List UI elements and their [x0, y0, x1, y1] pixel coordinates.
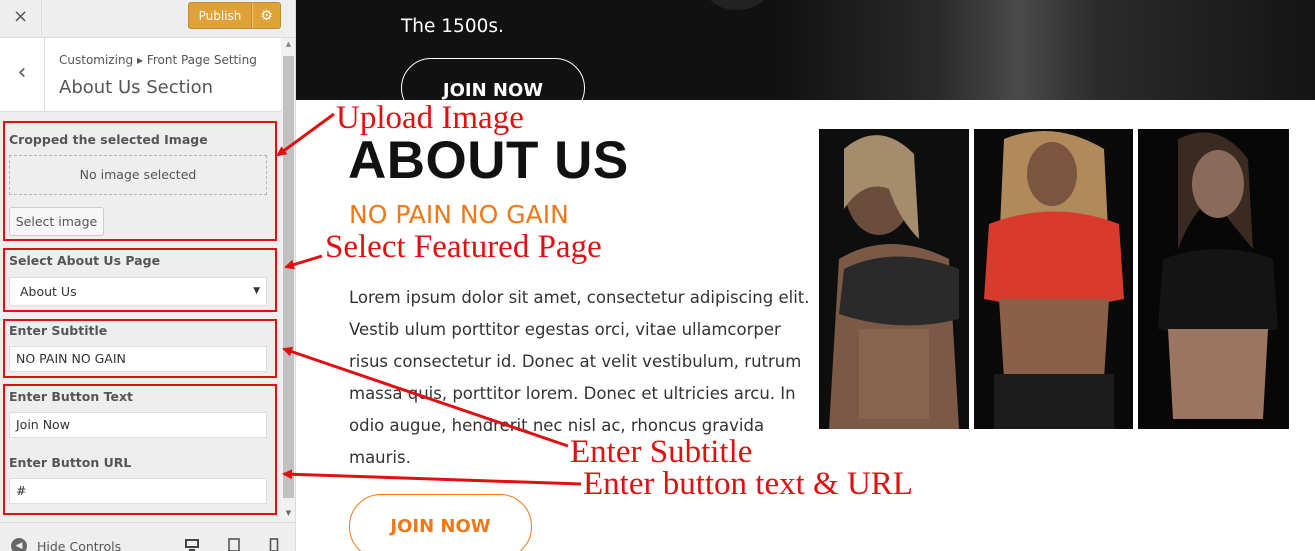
- annotation-enter-button: Enter button text & URL: [583, 466, 913, 502]
- mobile-preview-icon[interactable]: [269, 538, 279, 551]
- button-highlight-box: [3, 384, 277, 515]
- image-highlight-box: [3, 121, 277, 241]
- woman-red-top-photo: [974, 129, 1133, 429]
- page-highlight-box: [3, 248, 277, 312]
- tablet-preview-icon[interactable]: [227, 538, 241, 551]
- section-title: About Us Section: [59, 77, 214, 98]
- annotation-select-featured-page: Select Featured Page: [325, 229, 602, 265]
- breadcrumb: Customizing ▸ Front Page Setting: [59, 53, 257, 67]
- back-arrow-icon[interactable]: ‹: [0, 38, 45, 111]
- woman-black-top-photo: [1138, 129, 1289, 429]
- annotation-upload-image: Upload Image: [336, 100, 524, 136]
- about-subtitle: NO PAIN NO GAIN: [349, 200, 569, 229]
- customizer-header: × Publish ⚙: [0, 0, 295, 38]
- hero-text: The 1500s.: [401, 16, 504, 37]
- publish-button[interactable]: Publish: [188, 2, 252, 29]
- hero-banner: The 1500s. JOIN NOW: [296, 0, 1315, 100]
- desktop-preview-icon[interactable]: [184, 538, 200, 551]
- gear-icon[interactable]: ⚙: [252, 2, 281, 29]
- scroll-thumb[interactable]: [283, 56, 294, 498]
- woman-sports-bra-photo: [819, 129, 969, 429]
- hide-controls-button[interactable]: Hide Controls: [37, 539, 121, 551]
- close-icon[interactable]: ×: [0, 0, 42, 38]
- customizer-footer: ◀ Hide Controls: [0, 522, 295, 551]
- about-join-button[interactable]: JOIN NOW: [349, 494, 532, 551]
- scroll-down-icon[interactable]: ▼: [281, 509, 295, 521]
- arrow-button: [282, 469, 582, 486]
- about-title: ABOUT US: [348, 131, 629, 190]
- section-header: ‹ Customizing ▸ Front Page Setting About…: [0, 38, 281, 112]
- hide-controls-icon[interactable]: ◀: [11, 538, 27, 551]
- hero-join-button[interactable]: JOIN NOW: [401, 58, 585, 100]
- scroll-up-icon[interactable]: ▲: [281, 40, 295, 52]
- subtitle-highlight-box: [3, 319, 277, 378]
- hero-dark-circle: [706, 0, 768, 10]
- hero-background-image: [776, 0, 1315, 100]
- sidebar-scrollbar[interactable]: ▲ ▼: [281, 38, 295, 522]
